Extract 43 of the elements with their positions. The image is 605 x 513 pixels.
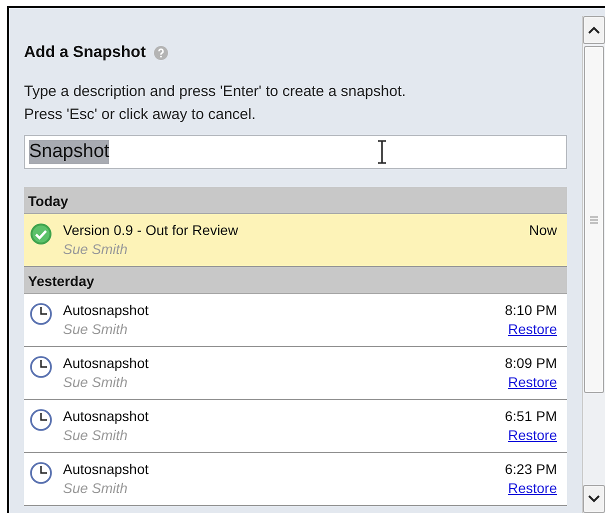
snapshot-title: Version 0.9 - Out for Review (63, 221, 240, 239)
restore-link[interactable]: Restore (508, 425, 557, 445)
snapshot-title: Autosnapshot (63, 460, 150, 478)
caret-down-icon (588, 495, 600, 503)
group-header: Yesterday (24, 267, 567, 294)
restore-link[interactable]: Restore (508, 319, 557, 339)
author-name: Sue Smith (63, 373, 129, 392)
input-field[interactable]: Snapshot (24, 135, 567, 169)
caret-up-icon (588, 26, 600, 34)
clock-icon (30, 303, 52, 325)
restore-link[interactable]: Restore (508, 478, 557, 498)
snapshot-row[interactable]: Autosnapshot Sue Smith 8:10 PM Restore (24, 294, 567, 347)
snapshot-time: 8:09 PM (504, 354, 557, 372)
clock-icon (30, 462, 52, 484)
author-name: Sue Smith (63, 426, 129, 445)
group-header: Today (24, 187, 567, 214)
snapshot-time: 8:10 PM (504, 301, 557, 319)
scrollbar[interactable] (582, 16, 605, 513)
help-icon[interactable] (154, 46, 168, 60)
scroll-down-button[interactable] (583, 485, 605, 513)
snapshot-title: Autosnapshot (63, 407, 150, 425)
scroll-thumb[interactable] (584, 46, 604, 393)
snapshot-row[interactable]: Autosnapshot Sue Smith 6:23 PM Restore (24, 453, 567, 506)
snapshot-title: Autosnapshot (63, 354, 150, 372)
instructions-text: Type a description and press 'Enter' to create a snapshot. Press 'Esc' or click away to cancel. (24, 82, 407, 125)
check-circle-icon (30, 223, 52, 245)
author-name: Sue Smith (63, 240, 129, 259)
clock-icon (30, 356, 52, 378)
scroll-up-button[interactable] (583, 16, 605, 44)
clock-icon (30, 409, 52, 431)
author-name: Sue Smith (63, 479, 129, 498)
restore-link[interactable]: Restore (508, 372, 557, 392)
snapshot-title: Autosnapshot (63, 301, 150, 319)
author-name: Sue Smith (63, 320, 129, 339)
grip-icon (590, 216, 598, 224)
text-cursor-icon (377, 140, 387, 164)
snapshot-time: 6:23 PM (504, 460, 557, 478)
snapshot-row[interactable]: Version 0.9 - Out for Review Sue Smith Now (24, 214, 567, 267)
snapshot-row[interactable]: Autosnapshot Sue Smith 8:09 PM Restore (24, 347, 567, 400)
snapshot-row[interactable]: Autosnapshot Sue Smith 6:51 PM Restore (24, 400, 567, 453)
panel-title: Add a Snapshot (24, 44, 146, 62)
snapshot-time: 6:51 PM (504, 407, 557, 425)
snapshot-time: Now (528, 221, 557, 239)
